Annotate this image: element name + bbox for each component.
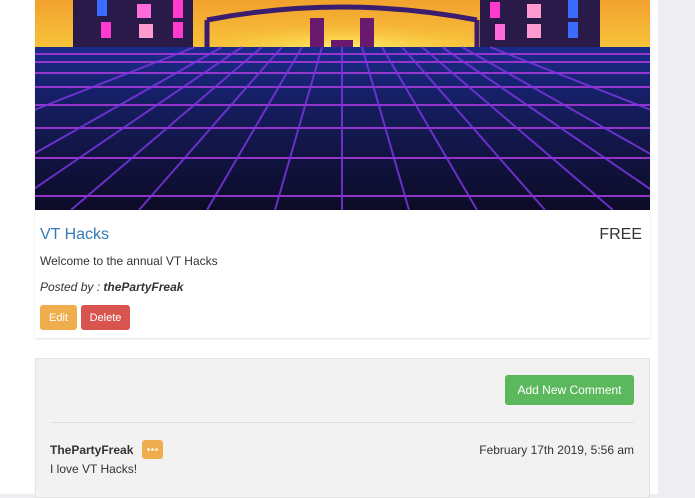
posted-by-user: thePartyFreak <box>103 280 184 294</box>
delete-button[interactable]: Delete <box>81 305 130 330</box>
edit-button[interactable]: Edit <box>40 305 77 330</box>
posted-by: Posted by : thePartyFreak <box>40 280 183 294</box>
event-card: VT Hacks FREE Welcome to the annual VT H… <box>35 0 650 338</box>
event-image <box>35 0 650 210</box>
event-title-link[interactable]: VT Hacks <box>40 226 109 244</box>
comment-author: ThePartyFreak <box>50 443 134 457</box>
comments-divider <box>50 422 634 423</box>
posted-by-label: Posted by : <box>40 280 101 294</box>
more-horizontal-icon <box>147 448 158 451</box>
comments-panel: Add New Comment ThePartyFreak February 1… <box>35 358 650 498</box>
comment-text: I love VT Hacks! <box>50 462 138 476</box>
event-price: FREE <box>599 226 642 243</box>
add-comment-button[interactable]: Add New Comment <box>505 375 634 405</box>
comment-options-button[interactable] <box>142 440 163 459</box>
event-description: Welcome to the annual VT Hacks <box>40 254 218 268</box>
comment-date: February 17th 2019, 5:56 am <box>479 443 634 457</box>
